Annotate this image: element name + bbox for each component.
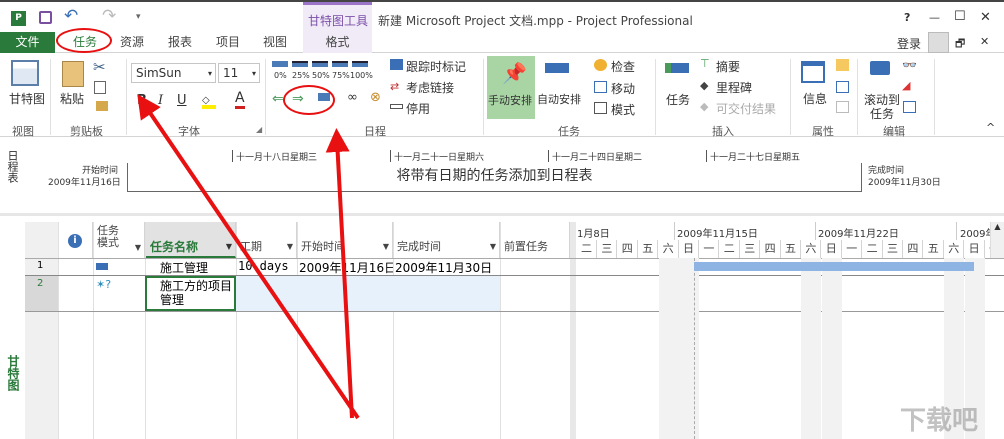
watermark: 下载吧 — [900, 406, 979, 436]
annotation-arrow — [325, 128, 354, 419]
annotation-arrow — [137, 94, 360, 420]
annotation-arrows — [137, 94, 360, 420]
